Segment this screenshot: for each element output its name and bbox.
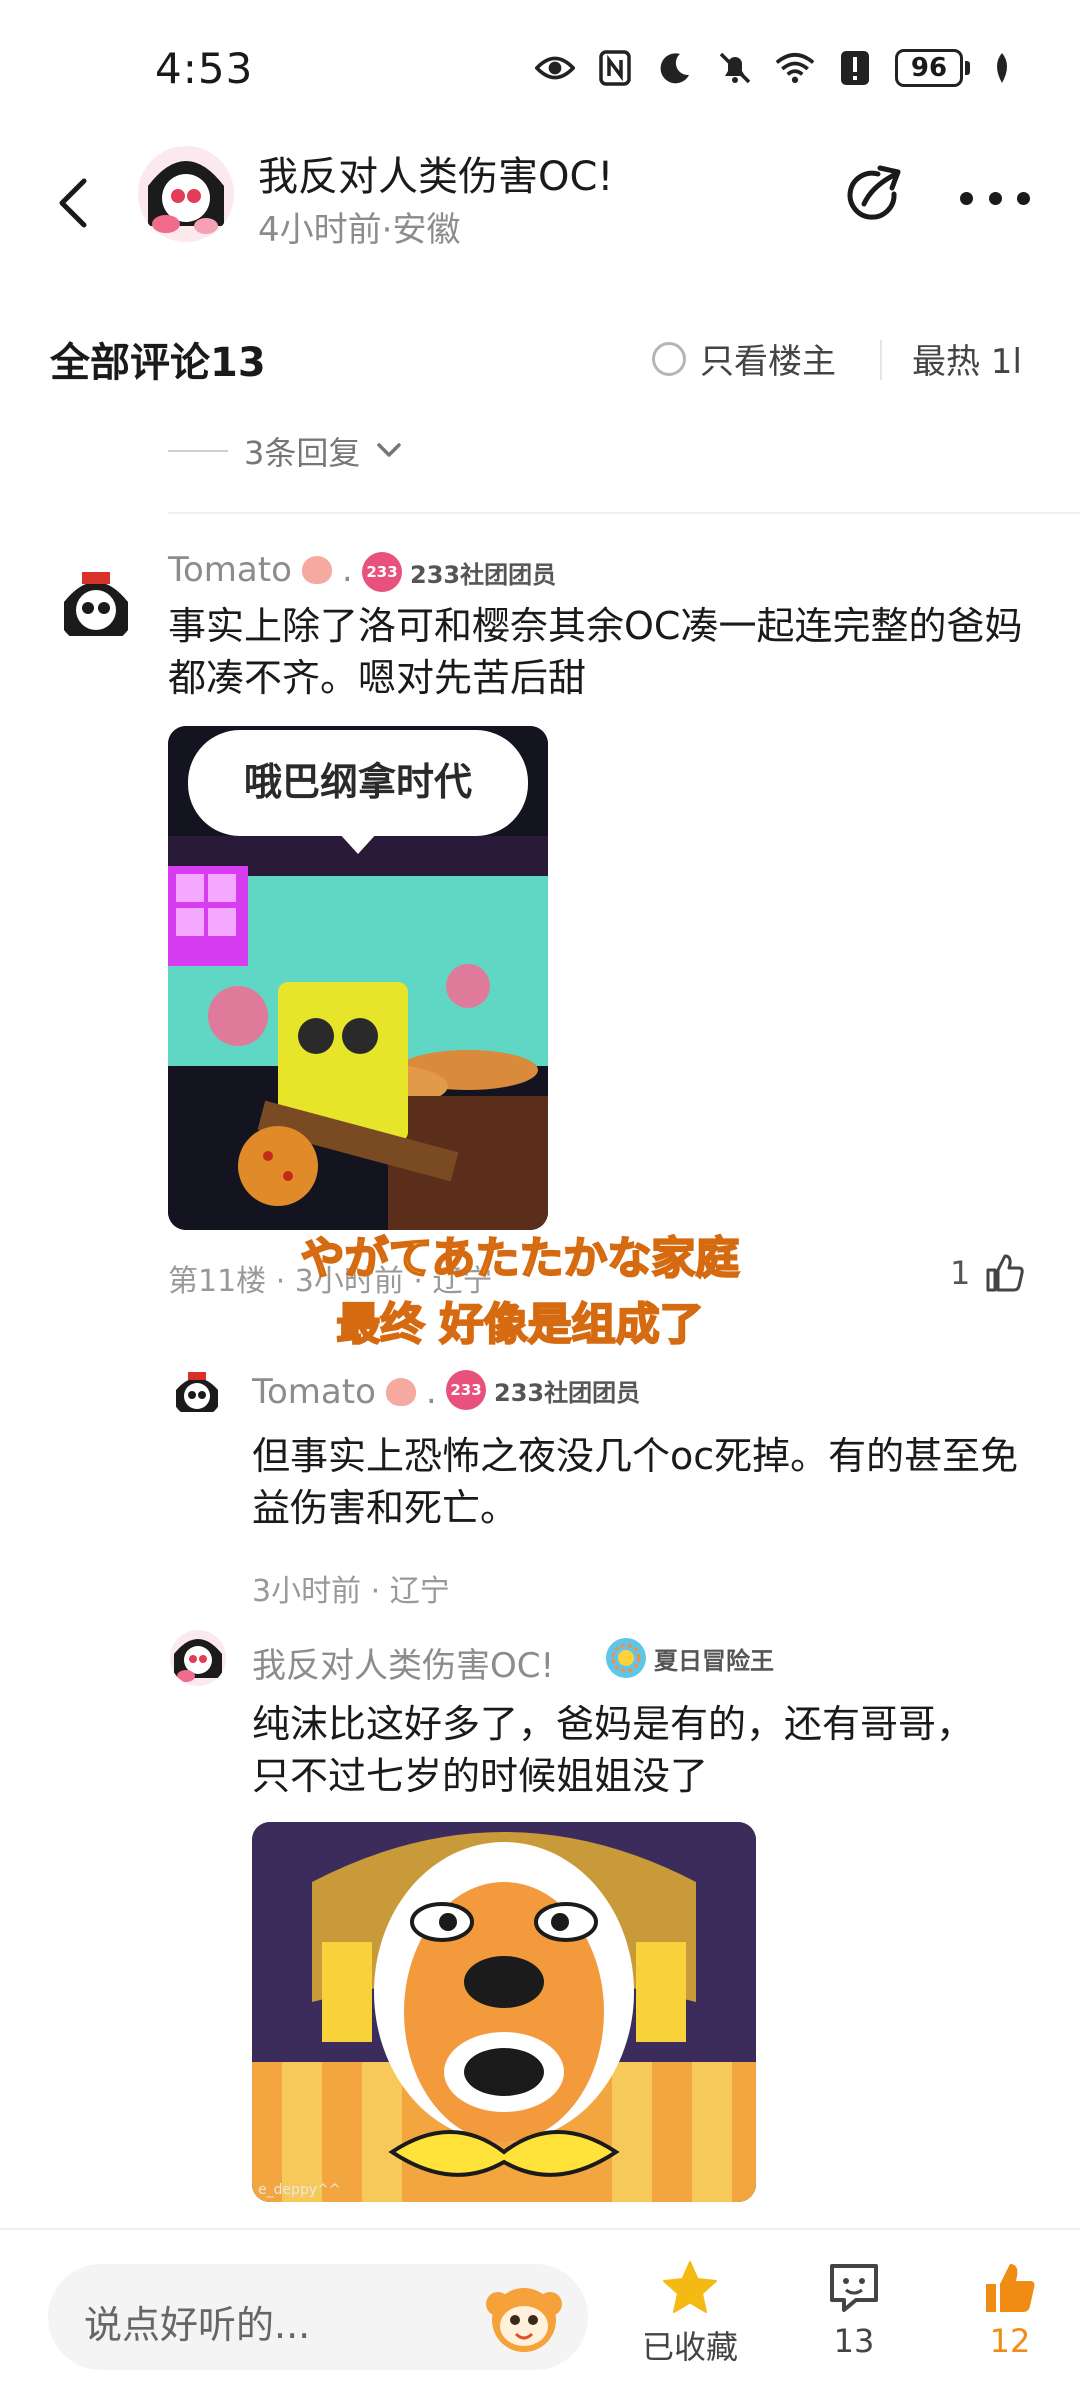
member-badge: 233 233社团团员: [362, 552, 556, 592]
share-button[interactable]: [842, 164, 908, 230]
sort-button[interactable]: 最热 1l: [912, 334, 1032, 383]
bell-off-icon: [715, 48, 755, 88]
video-subtitle-line1: やがてあたたかな家庭: [300, 1232, 741, 1285]
wifi-icon: [775, 48, 815, 88]
status-time: 4:53: [155, 44, 254, 93]
status-icons: 96: [535, 48, 1014, 88]
image-caption: 哦巴纲拿时代: [243, 759, 472, 804]
leaf-icon: [990, 48, 1014, 88]
reply-image[interactable]: e_deppy^^: [252, 1822, 756, 2202]
summer-adventure-badge: 夏日冒险王: [606, 1638, 774, 1678]
favorite-button[interactable]: 已收藏: [642, 2260, 738, 2368]
author-avatar[interactable]: [138, 146, 234, 242]
back-button[interactable]: [48, 168, 98, 238]
thumbs-up-filled-icon: [986, 2264, 1035, 2312]
reply-username[interactable]: 我反对人类伤害OC!: [252, 1638, 554, 1687]
comment-bubble-icon: [830, 2264, 878, 2312]
chevron-left-icon: [59, 178, 87, 228]
post-meta: 4小时前·安徽: [258, 210, 461, 250]
only-op-toggle[interactable]: 只看楼主: [652, 334, 836, 383]
image-watermark: e_deppy^^: [258, 2182, 341, 2198]
moon-icon: [655, 48, 695, 88]
status-bar: 4:53 96: [0, 0, 1080, 140]
more-icon: [960, 191, 973, 205]
battery-level: 96: [895, 49, 963, 87]
battery-icon: 96: [895, 49, 970, 87]
comment-input[interactable]: 说点好听的...: [48, 2264, 588, 2370]
likes-count: 12: [989, 2322, 1031, 2360]
comments-title: 全部评论13: [50, 340, 266, 386]
chevron-down-icon: [377, 443, 402, 457]
reply-meta: 3小时前 · 辽宁: [252, 1574, 450, 1609]
nfc-icon: [595, 48, 635, 88]
radio-icon: [652, 341, 686, 376]
badge-233-icon: 233: [362, 552, 402, 592]
mascot-icon: [482, 2274, 566, 2358]
summer-badge-icon: [606, 1638, 646, 1678]
comment-text: 事实上除了洛可和樱奈其余OC凑一起连完整的爸妈都凑不齐。嗯对先苦后甜: [168, 604, 1023, 700]
replies-toggle-label: 3条回复: [244, 434, 361, 472]
comments-count: 13: [833, 2322, 875, 2360]
comment-image[interactable]: 哦巴纲拿时代: [168, 726, 548, 1230]
reply-text: 纯沫比这好多了，爸妈是有的，还有哥哥，只不过七岁的时候姐姐没了: [252, 1702, 975, 1798]
reply-avatar[interactable]: [170, 1630, 226, 1686]
divider: [880, 340, 882, 380]
comments-button[interactable]: 13: [826, 2260, 882, 2360]
post-title: 我反对人类伤害OC!: [258, 154, 614, 200]
peach-icon: [385, 1378, 416, 1406]
video-subtitle-line2: 最终 好像是组成了: [335, 1298, 704, 1351]
reply-text: 但事实上恐怖之夜没几个oc死掉。有的甚至免益伤害和死亡。: [252, 1434, 1019, 1530]
alert-icon: [835, 48, 875, 88]
replies-toggle[interactable]: 3条回复: [168, 428, 402, 474]
peach-icon: [301, 556, 332, 584]
like-post-button[interactable]: 12: [982, 2260, 1038, 2360]
member-badge: 233 233社团团员: [446, 1370, 640, 1410]
more-button[interactable]: [960, 178, 1030, 218]
reply-avatar[interactable]: [172, 1368, 222, 1418]
badge-233-icon: 233: [446, 1370, 486, 1410]
favorite-label: 已收藏: [642, 2328, 739, 2366]
star-icon: [663, 2261, 717, 2313]
commenter-name[interactable]: Tomato .: [168, 550, 353, 590]
eye-icon: [535, 48, 575, 88]
comment-input-placeholder: 说点好听的...: [84, 2303, 311, 2347]
share-icon: [847, 165, 901, 220]
reply-username[interactable]: Tomato .: [252, 1372, 437, 1412]
divider: [168, 512, 1080, 514]
commenter-avatar[interactable]: [56, 566, 136, 646]
bottom-bar: 说点好听的... 已收藏 13 12: [0, 2228, 1080, 2400]
post-header: 我反对人类伤害OC! 4小时前·安徽: [0, 140, 1080, 310]
only-op-label: 只看楼主: [700, 342, 836, 382]
comments-header: 全部评论13 只看楼主 最热 1l: [0, 320, 1080, 400]
